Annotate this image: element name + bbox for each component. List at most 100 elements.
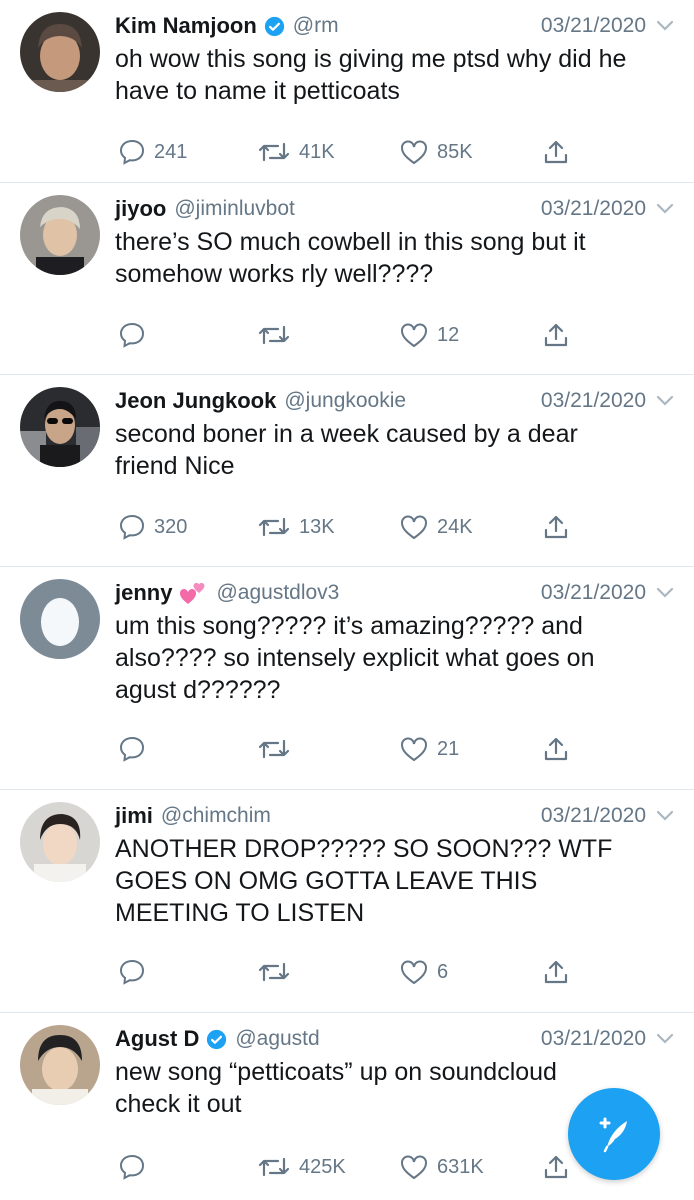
share-icon bbox=[542, 958, 570, 986]
tweet-actions: 6 bbox=[115, 954, 675, 990]
tweet[interactable]: Jeon Jungkook @jungkookie 03/21/2020 sec… bbox=[0, 375, 694, 567]
avatar[interactable] bbox=[20, 195, 100, 275]
display-name[interactable]: jimi bbox=[115, 803, 153, 829]
like-button[interactable]: 6 bbox=[399, 954, 448, 990]
like-count: 6 bbox=[437, 960, 449, 983]
tweet[interactable]: Kim Namjoon @rm 03/21/2020 oh wow this s… bbox=[0, 0, 694, 183]
reply-icon bbox=[118, 138, 146, 166]
like-button[interactable]: 12 bbox=[399, 317, 459, 353]
avatar[interactable] bbox=[20, 579, 100, 659]
user-handle[interactable]: @agustd bbox=[235, 1027, 319, 1051]
reply-icon bbox=[118, 735, 146, 763]
retweet-button[interactable]: 425K bbox=[257, 1149, 346, 1185]
retweet-count: 41K bbox=[299, 140, 335, 163]
share-button[interactable] bbox=[542, 509, 570, 545]
heart-icon bbox=[399, 321, 429, 349]
display-name[interactable]: Jeon Jungkook bbox=[115, 388, 276, 414]
avatar[interactable] bbox=[20, 802, 100, 882]
date-label: 03/21/2020 bbox=[540, 389, 646, 412]
heart-icon bbox=[399, 735, 429, 763]
like-count: 631K bbox=[437, 1155, 484, 1178]
retweet-button[interactable]: 41K bbox=[257, 134, 335, 170]
like-count: 24K bbox=[437, 515, 473, 538]
tweet-date: 03/21/2020 bbox=[541, 389, 674, 413]
avatar[interactable] bbox=[20, 12, 100, 92]
retweet-button[interactable] bbox=[257, 954, 299, 990]
heart-icon bbox=[399, 513, 429, 541]
retweet-button[interactable] bbox=[257, 317, 299, 353]
compose-tweet-icon bbox=[591, 1111, 637, 1157]
like-button[interactable]: 631K bbox=[399, 1149, 484, 1185]
tweet-actions: 320 13K 24K bbox=[115, 509, 675, 545]
display-name[interactable]: jiyoo bbox=[115, 196, 166, 222]
chevron-down-icon[interactable] bbox=[656, 810, 674, 822]
verified-badge-icon bbox=[206, 1029, 227, 1050]
tweet-actions: 21 bbox=[115, 731, 675, 767]
retweet-icon bbox=[257, 515, 291, 539]
user-handle[interactable]: @rm bbox=[293, 14, 339, 38]
reply-button[interactable]: 241 bbox=[118, 134, 187, 170]
tweet[interactable]: jimi @chimchim 03/21/2020 ANOTHER DROP??… bbox=[0, 790, 694, 1013]
reply-icon bbox=[118, 513, 146, 541]
tweet-text: new song “petticoats” up on soundcloud c… bbox=[115, 1058, 557, 1118]
user-handle[interactable]: @agustdlov3 bbox=[216, 581, 339, 605]
verified-badge-icon bbox=[264, 16, 285, 37]
chevron-down-icon[interactable] bbox=[656, 20, 674, 32]
reply-count: 241 bbox=[154, 140, 188, 163]
share-icon bbox=[542, 321, 570, 349]
user-handle[interactable]: @jungkookie bbox=[284, 389, 406, 413]
like-button[interactable]: 24K bbox=[399, 509, 473, 545]
chevron-down-icon[interactable] bbox=[656, 203, 674, 215]
reply-button[interactable] bbox=[118, 954, 154, 990]
tweet-date: 03/21/2020 bbox=[541, 804, 674, 828]
tweet-text: second boner in a week caused by a dear … bbox=[115, 420, 578, 480]
tweet-text: um this song????? it’s amazing????? and … bbox=[115, 612, 595, 704]
retweet-button[interactable] bbox=[257, 731, 299, 767]
tweet-content: Kim Namjoon @rm 03/21/2020 oh wow this s… bbox=[115, 10, 674, 107]
avatar[interactable] bbox=[20, 387, 100, 467]
reply-button[interactable] bbox=[118, 731, 154, 767]
chevron-down-icon[interactable] bbox=[656, 395, 674, 407]
avatar[interactable] bbox=[20, 1025, 100, 1105]
chevron-down-icon[interactable] bbox=[656, 587, 674, 599]
date-label: 03/21/2020 bbox=[540, 197, 646, 220]
share-button[interactable] bbox=[542, 1149, 570, 1185]
reply-button[interactable]: 320 bbox=[118, 509, 187, 545]
tweet[interactable]: jiyoo @jiminluvbot 03/21/2020 there’s SO… bbox=[0, 183, 694, 375]
heart-icon bbox=[399, 138, 429, 166]
user-handle[interactable]: @jiminluvbot bbox=[174, 197, 295, 221]
retweet-icon bbox=[257, 960, 291, 984]
chevron-down-icon[interactable] bbox=[656, 1033, 674, 1045]
like-button[interactable]: 21 bbox=[399, 731, 459, 767]
tweet-content: jiyoo @jiminluvbot 03/21/2020 there’s SO… bbox=[115, 193, 674, 290]
share-button[interactable] bbox=[542, 317, 570, 353]
tweet-text: ANOTHER DROP????? SO SOON??? WTF GOES ON… bbox=[115, 835, 613, 927]
retweet-button[interactable]: 13K bbox=[257, 509, 335, 545]
retweet-icon bbox=[257, 737, 291, 761]
reply-button[interactable] bbox=[118, 1149, 154, 1185]
timeline-feed: Kim Namjoon @rm 03/21/2020 oh wow this s… bbox=[0, 0, 694, 1200]
tweet-date: 03/21/2020 bbox=[541, 1027, 674, 1051]
user-handle[interactable]: @chimchim bbox=[161, 804, 271, 828]
share-button[interactable] bbox=[542, 954, 570, 990]
retweet-icon bbox=[257, 323, 291, 347]
like-count: 12 bbox=[437, 323, 460, 346]
share-icon bbox=[542, 138, 570, 166]
display-name[interactable]: Agust D bbox=[115, 1026, 199, 1052]
date-label: 03/21/2020 bbox=[540, 1027, 646, 1050]
two-hearts-emoji-icon bbox=[178, 580, 208, 606]
tweet[interactable]: jenny @agustdlov3 03/21/2020 um this son… bbox=[0, 567, 694, 790]
display-name[interactable]: jenny bbox=[115, 580, 172, 606]
retweet-icon bbox=[257, 1155, 291, 1179]
display-name[interactable]: Kim Namjoon bbox=[115, 13, 257, 39]
reply-icon bbox=[118, 1153, 146, 1181]
tweet-date: 03/21/2020 bbox=[541, 14, 674, 38]
reply-icon bbox=[118, 321, 146, 349]
share-button[interactable] bbox=[542, 731, 570, 767]
reply-button[interactable] bbox=[118, 317, 154, 353]
share-button[interactable] bbox=[542, 134, 570, 170]
like-button[interactable]: 85K bbox=[399, 134, 473, 170]
share-icon bbox=[542, 513, 570, 541]
tweet-content: jimi @chimchim 03/21/2020 ANOTHER DROP??… bbox=[115, 800, 674, 929]
compose-tweet-button[interactable] bbox=[568, 1088, 660, 1180]
